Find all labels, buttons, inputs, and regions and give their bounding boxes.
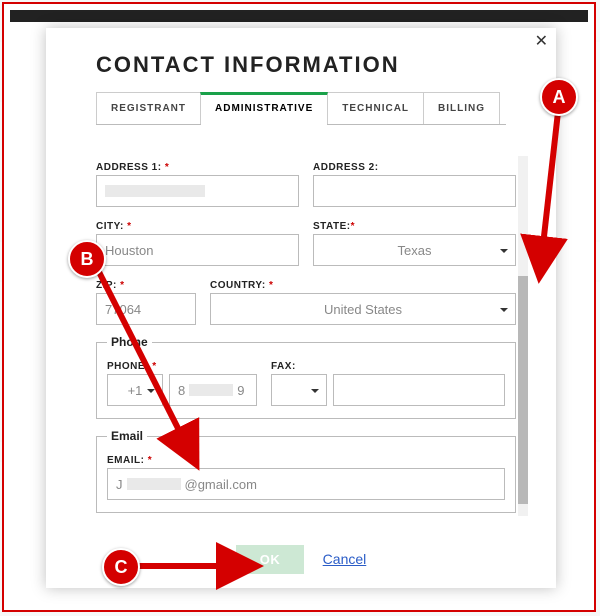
email-value-suffix: @gmail.com: [185, 477, 257, 492]
phone-legend: Phone: [107, 335, 152, 349]
city-input[interactable]: [96, 234, 299, 266]
country-label-text: COUNTRY:: [210, 280, 266, 291]
redacted-text: [105, 185, 205, 197]
zip-input[interactable]: [96, 293, 196, 325]
zip-label-text: ZIP:: [96, 280, 117, 291]
tab-technical[interactable]: TECHNICAL: [327, 92, 424, 124]
cancel-link[interactable]: Cancel: [323, 551, 367, 567]
annotation-badge-b: B: [68, 240, 106, 278]
annotation-badge-c: C: [102, 548, 140, 586]
contact-information-modal: ✕ CONTACT INFORMATION REGISTRANT ADMINIS…: [46, 28, 556, 588]
required-mark: *: [165, 162, 169, 173]
address1-label-text: ADDRESS 1:: [96, 162, 162, 173]
address2-label: ADDRESS 2:: [313, 162, 516, 173]
fax-label: FAX:: [271, 361, 505, 372]
state-label-text: STATE:: [313, 221, 351, 232]
required-mark: *: [127, 221, 131, 232]
scrollbar-thumb[interactable]: [518, 276, 528, 504]
email-section: Email EMAIL: * J @gmail.com: [96, 429, 516, 513]
required-mark: *: [148, 455, 152, 466]
email-legend: Email: [107, 429, 147, 443]
country-label: COUNTRY: *: [210, 280, 516, 291]
city-label-text: CITY:: [96, 221, 124, 232]
tab-registrant[interactable]: REGISTRANT: [96, 92, 201, 124]
tabs: REGISTRANT ADMINISTRATIVE TECHNICAL BILL…: [96, 92, 506, 125]
state-label: STATE:*: [313, 221, 516, 232]
scrollbar-track[interactable]: [518, 156, 528, 516]
required-mark: *: [351, 221, 355, 232]
email-value-prefix: J: [116, 477, 123, 492]
screenshot-frame: ✕ CONTACT INFORMATION REGISTRANT ADMINIS…: [2, 2, 596, 612]
tab-administrative[interactable]: ADMINISTRATIVE: [200, 92, 328, 124]
phone-number-prefix: 8: [178, 383, 185, 398]
phone-label-text: PHONE:: [107, 361, 149, 372]
fax-country-code-select[interactable]: [271, 374, 327, 406]
city-label: CITY: *: [96, 221, 299, 232]
address1-input[interactable]: [96, 175, 299, 207]
required-mark: *: [120, 280, 124, 291]
required-mark: *: [152, 361, 156, 372]
modal-title: CONTACT INFORMATION: [46, 28, 556, 92]
fax-number-input[interactable]: [333, 374, 505, 406]
email-input[interactable]: J @gmail.com: [107, 468, 505, 500]
zip-label: ZIP: *: [96, 280, 196, 291]
country-select[interactable]: United States: [210, 293, 516, 325]
form-scroll-area: ADDRESS 1: * ADDRESS 2: CITY: *: [96, 156, 516, 516]
address1-label: ADDRESS 1: *: [96, 162, 299, 173]
address2-input[interactable]: [313, 175, 516, 207]
redacted-text: [127, 478, 181, 490]
state-select[interactable]: Texas: [313, 234, 516, 266]
phone-country-code-select[interactable]: +1: [107, 374, 163, 406]
ok-button[interactable]: OK: [236, 545, 305, 574]
close-icon[interactable]: ✕: [535, 34, 548, 50]
phone-section: Phone PHONE: * +1: [96, 335, 516, 419]
required-mark: *: [269, 280, 273, 291]
email-label-text: EMAIL:: [107, 455, 144, 466]
annotation-badge-a: A: [540, 78, 578, 116]
email-label: EMAIL: *: [107, 455, 505, 466]
phone-number-suffix: 9: [237, 383, 244, 398]
tab-billing[interactable]: BILLING: [423, 92, 500, 124]
phone-number-input[interactable]: 8 9: [169, 374, 257, 406]
window-top-bar: [10, 10, 588, 22]
phone-label: PHONE: *: [107, 361, 257, 372]
redacted-text: [189, 384, 233, 396]
